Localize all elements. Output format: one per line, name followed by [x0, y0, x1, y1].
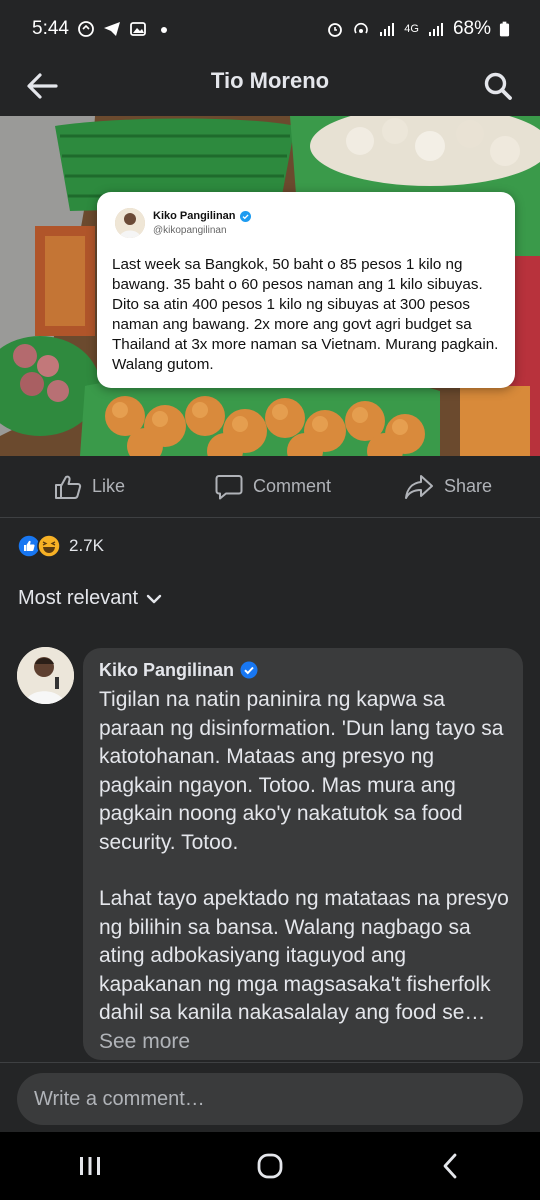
comment-composer-area: Write a comment…	[0, 1062, 540, 1132]
share-label: Share	[443, 476, 492, 496]
profile-photo-icon	[115, 208, 145, 238]
see-more-link[interactable]: See more	[99, 1030, 190, 1053]
home-button[interactable]	[230, 1136, 310, 1196]
post-image[interactable]: Kiko Pangilinan @kikopangilinan Last wee…	[0, 116, 540, 456]
share-icon	[404, 474, 433, 499]
comment-paragraph: Tigilan na natin paninira ng kapwa sa pa…	[99, 688, 504, 854]
back-button[interactable]	[22, 66, 62, 106]
thumbs-up-icon	[55, 475, 82, 499]
tweet-author-name: Kiko Pangilinan	[153, 210, 236, 222]
status-bar: 5:44 4G 68%	[0, 0, 540, 56]
home-icon	[257, 1153, 283, 1179]
comment-paragraph-text: Lahat tayo apektado ng matataas na presy…	[99, 887, 509, 1024]
network-type: 4G	[404, 23, 419, 35]
reaction-count: 2.7K	[69, 536, 104, 555]
verified-icon	[239, 210, 251, 222]
battery-icon	[499, 21, 510, 37]
reaction-summary[interactable]: 2.7K	[17, 534, 104, 558]
commenter-avatar[interactable]	[17, 647, 74, 704]
back-chevron-icon	[443, 1153, 457, 1179]
comment-text: Tigilan na natin paninira ng kapwa sa pa…	[99, 686, 511, 1056]
telegram-icon	[103, 22, 120, 36]
tweet-text: Last week sa Bangkok, 50 baht o 85 pesos…	[112, 256, 499, 373]
profile-photo-icon	[17, 647, 74, 704]
write-comment-input[interactable]: Write a comment…	[17, 1073, 523, 1125]
recent-apps-icon	[80, 1157, 100, 1175]
tweet-avatar	[115, 208, 145, 238]
verified-icon	[240, 661, 258, 679]
like-button[interactable]: Like	[0, 456, 200, 517]
gallery-icon	[130, 22, 146, 36]
search-button[interactable]	[478, 66, 518, 106]
signal-icon	[380, 23, 395, 36]
tweet-handle: @kikopangilinan	[153, 225, 227, 236]
share-button[interactable]: Share	[346, 456, 540, 517]
comment-bubble: Kiko Pangilinan Tigilan na natin paninir…	[83, 648, 523, 1060]
back-nav-button[interactable]	[410, 1136, 490, 1196]
status-time: 5:44	[32, 18, 69, 39]
recent-apps-button[interactable]	[50, 1136, 130, 1196]
alarm-icon	[328, 23, 343, 37]
comment-button[interactable]: Comment	[200, 456, 346, 517]
status-right: 4G 68%	[326, 18, 510, 40]
signal-icon	[428, 23, 443, 36]
comment-paragraph: Lahat tayo apektado ng matataas na presy…	[99, 885, 511, 1056]
search-icon	[484, 72, 512, 100]
comment-label: Comment	[252, 476, 332, 496]
app-header: Tio Moreno	[0, 56, 540, 116]
sync-icon	[78, 21, 94, 37]
comment-icon	[215, 474, 243, 499]
system-nav-bar	[0, 1132, 540, 1200]
comment-author-name: Kiko Pangilinan	[99, 659, 235, 680]
post-action-bar: Like Comment Share	[0, 456, 540, 518]
hotspot-icon	[354, 22, 369, 34]
reaction-icons	[17, 534, 61, 558]
comment-sort-dropdown[interactable]: Most relevant	[18, 587, 162, 610]
back-arrow-icon	[27, 73, 58, 99]
page-title: Tio Moreno	[210, 68, 330, 93]
tweet-author: Kiko Pangilinan	[153, 210, 251, 222]
haha-reaction-icon	[37, 534, 61, 558]
chevron-down-icon	[146, 594, 162, 603]
battery-level: 68%	[452, 18, 491, 39]
comment-author[interactable]: Kiko Pangilinan	[99, 658, 507, 682]
like-label: Like	[92, 476, 126, 496]
tweet-card: Kiko Pangilinan @kikopangilinan Last wee…	[97, 192, 515, 388]
status-left: 5:44	[32, 18, 173, 40]
notification-dot-icon	[160, 27, 167, 33]
sort-label: Most relevant	[18, 587, 139, 609]
